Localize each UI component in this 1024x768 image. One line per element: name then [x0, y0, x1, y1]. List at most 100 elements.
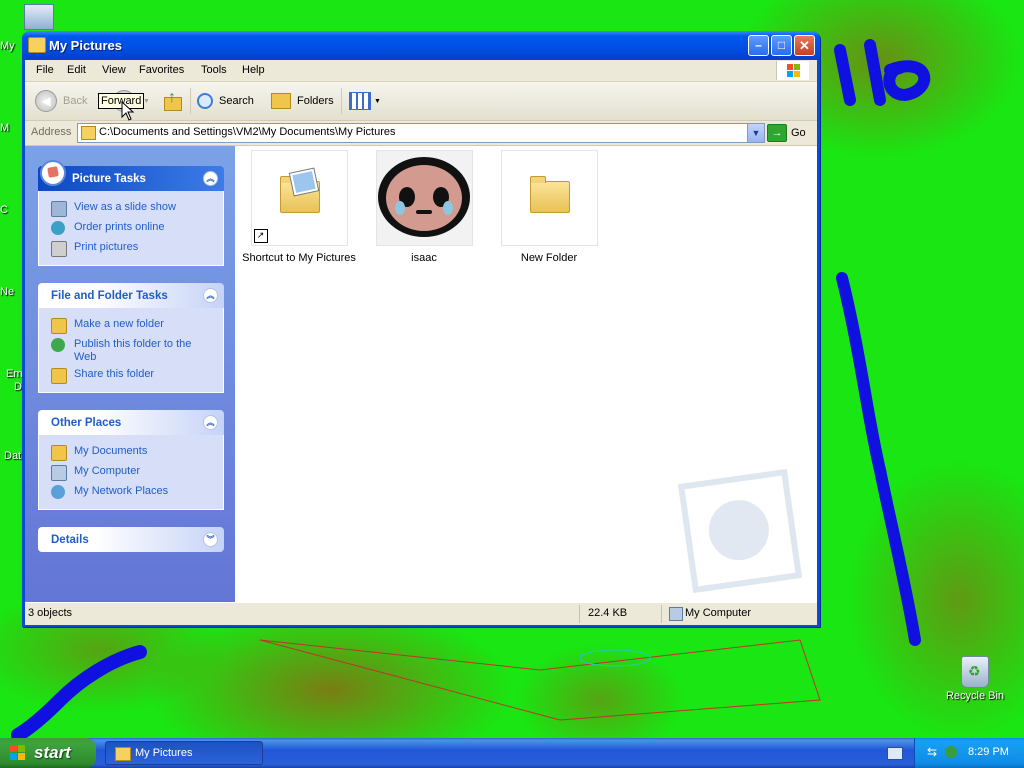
blue-scribble-left	[11, 645, 147, 738]
views-grid-icon	[349, 92, 371, 110]
folder-icon	[81, 126, 96, 140]
my-documents-icon	[51, 445, 67, 461]
taskbar-window-label: My Pictures	[135, 747, 193, 759]
crying-face-image	[377, 157, 470, 237]
folder-icon	[28, 37, 46, 53]
task-label: Share this folder	[74, 368, 155, 380]
menu-view[interactable]: View	[102, 64, 126, 76]
file-name: isaac	[411, 252, 437, 264]
address-input[interactable]: C:\Documents and Settings\VM2\My Documen…	[77, 123, 765, 143]
network-tray-icon[interactable]: ⇆	[927, 746, 941, 758]
safely-remove-tray-icon[interactable]	[945, 746, 957, 758]
slideshow-icon	[51, 201, 67, 217]
menu-file[interactable]: File	[36, 64, 54, 76]
folders-label: Folders	[297, 95, 334, 107]
task-order-prints[interactable]: Order prints online	[39, 219, 223, 239]
computer-icon	[669, 607, 683, 621]
system-tray: ⇆ 8:29 PM	[914, 738, 1024, 768]
menu-tools[interactable]: Tools	[201, 64, 227, 76]
other-places-panel: Other Places ︽ My Documents My Computer …	[38, 410, 224, 510]
maximize-button[interactable]: □	[771, 35, 792, 56]
file-item-shortcut[interactable]: ↗ Shortcut to My Pictures	[237, 150, 361, 264]
details-header[interactable]: Details ︾	[38, 527, 224, 552]
file-item-folder[interactable]: New Folder	[487, 150, 611, 264]
task-label: Order prints online	[74, 221, 165, 233]
go-label: Go	[791, 127, 806, 139]
address-dropdown-button[interactable]: ▼	[747, 124, 764, 142]
windows-logo-icon	[776, 61, 809, 80]
views-dropdown-icon[interactable]: ▼	[374, 98, 381, 105]
desktop-label-fragment[interactable]: Ne	[0, 286, 14, 298]
desktop-label-fragment[interactable]: My	[0, 40, 15, 52]
picture-tasks-icon	[40, 160, 66, 186]
recycle-bin-icon	[961, 656, 989, 688]
status-object-count: 3 objects	[28, 607, 73, 619]
desktop-label-fragment[interactable]: M	[0, 122, 9, 134]
file-list-view[interactable]: ↗ Shortcut to My Pictures isaac New Fold…	[235, 146, 817, 602]
file-folder-tasks-header[interactable]: File and Folder Tasks ︽	[38, 283, 224, 308]
menu-favorites[interactable]: Favorites	[139, 64, 184, 76]
menu-help[interactable]: Help	[242, 64, 265, 76]
collapse-chevron-icon[interactable]: ︽	[203, 288, 218, 303]
status-bar: 3 objects 22.4 KB My Computer	[25, 602, 817, 625]
go-arrow-icon: →	[767, 124, 787, 142]
desktop-label-fragment[interactable]: D	[14, 381, 22, 393]
network-places-icon	[51, 485, 65, 499]
cyan-ellipse	[579, 649, 651, 667]
desktop-label-fragment[interactable]: Dat	[4, 450, 21, 462]
views-button[interactable]: ▼	[349, 88, 381, 114]
status-size: 22.4 KB	[588, 607, 628, 619]
clock[interactable]: 8:29 PM	[968, 746, 1009, 758]
thumbnail	[500, 150, 598, 246]
collapse-chevron-icon[interactable]: ︽	[203, 415, 218, 430]
back-button[interactable]: ◀ Back ▼	[35, 88, 106, 114]
new-folder-icon	[51, 318, 67, 334]
expand-chevron-icon[interactable]: ︾	[203, 532, 218, 547]
file-item-image[interactable]: isaac	[362, 150, 486, 264]
task-make-new-folder[interactable]: Make a new folder	[39, 316, 223, 336]
task-label: My Computer	[74, 465, 141, 477]
menu-edit[interactable]: Edit	[67, 64, 86, 76]
desktop-icon-my-computer[interactable]	[24, 4, 54, 30]
task-print-pictures[interactable]: Print pictures	[39, 239, 223, 259]
search-button[interactable]: Search	[197, 88, 254, 114]
start-button[interactable]: start	[0, 738, 96, 768]
close-button[interactable]: ✕	[794, 35, 815, 56]
desktop-label-fragment[interactable]: C	[0, 204, 8, 216]
red-line-drawing	[259, 639, 821, 721]
other-places-header[interactable]: Other Places ︽	[38, 410, 224, 435]
task-share-folder[interactable]: Share this folder	[39, 366, 223, 386]
task-pane: Picture Tasks ︽ View as a slide show Ord…	[25, 146, 235, 602]
status-location: My Computer	[685, 607, 752, 619]
taskbar-window-button[interactable]: My Pictures	[105, 741, 263, 765]
place-my-network-places[interactable]: My Network Places	[39, 483, 223, 503]
title-bar[interactable]: My Pictures – □ ✕	[22, 31, 820, 60]
order-prints-icon	[51, 221, 65, 235]
thumbnail: ↗	[250, 150, 348, 246]
folders-button[interactable]: Folders	[271, 88, 334, 114]
windows-flag-icon	[10, 745, 26, 761]
details-panel: Details ︾	[38, 527, 224, 552]
shortcut-arrow-icon: ↗	[253, 229, 268, 243]
minimize-button[interactable]: –	[748, 35, 769, 56]
go-button[interactable]: → Go	[767, 124, 806, 142]
panel-body: My Documents My Computer My Network Plac…	[38, 435, 224, 510]
window-client: File Edit View Favorites Tools Help ◀ Ba…	[25, 60, 817, 625]
recycle-bin-shortcut[interactable]: Recycle Bin	[940, 656, 1010, 702]
picture-tasks-header[interactable]: Picture Tasks ︽	[38, 160, 224, 191]
collapse-chevron-icon[interactable]: ︽	[203, 171, 218, 186]
task-publish-folder[interactable]: Publish this folder to the Web	[39, 336, 223, 366]
keyboard-icon[interactable]	[887, 747, 903, 760]
panel-body: Make a new folder Publish this folder to…	[38, 308, 224, 393]
file-name: Shortcut to My Pictures	[242, 252, 356, 264]
panel-title: Details	[51, 534, 89, 546]
desktop-label-fragment[interactable]: Em	[6, 368, 23, 380]
task-label: Print pictures	[74, 241, 139, 253]
place-my-computer[interactable]: My Computer	[39, 463, 223, 483]
place-my-documents[interactable]: My Documents	[39, 443, 223, 463]
up-folder-button[interactable]: ↑	[162, 88, 182, 114]
task-view-slideshow[interactable]: View as a slide show	[39, 199, 223, 219]
toolbar-separator	[341, 88, 342, 114]
task-label: My Network Places	[74, 485, 169, 497]
address-bar: Address C:\Documents and Settings\VM2\My…	[25, 121, 817, 146]
